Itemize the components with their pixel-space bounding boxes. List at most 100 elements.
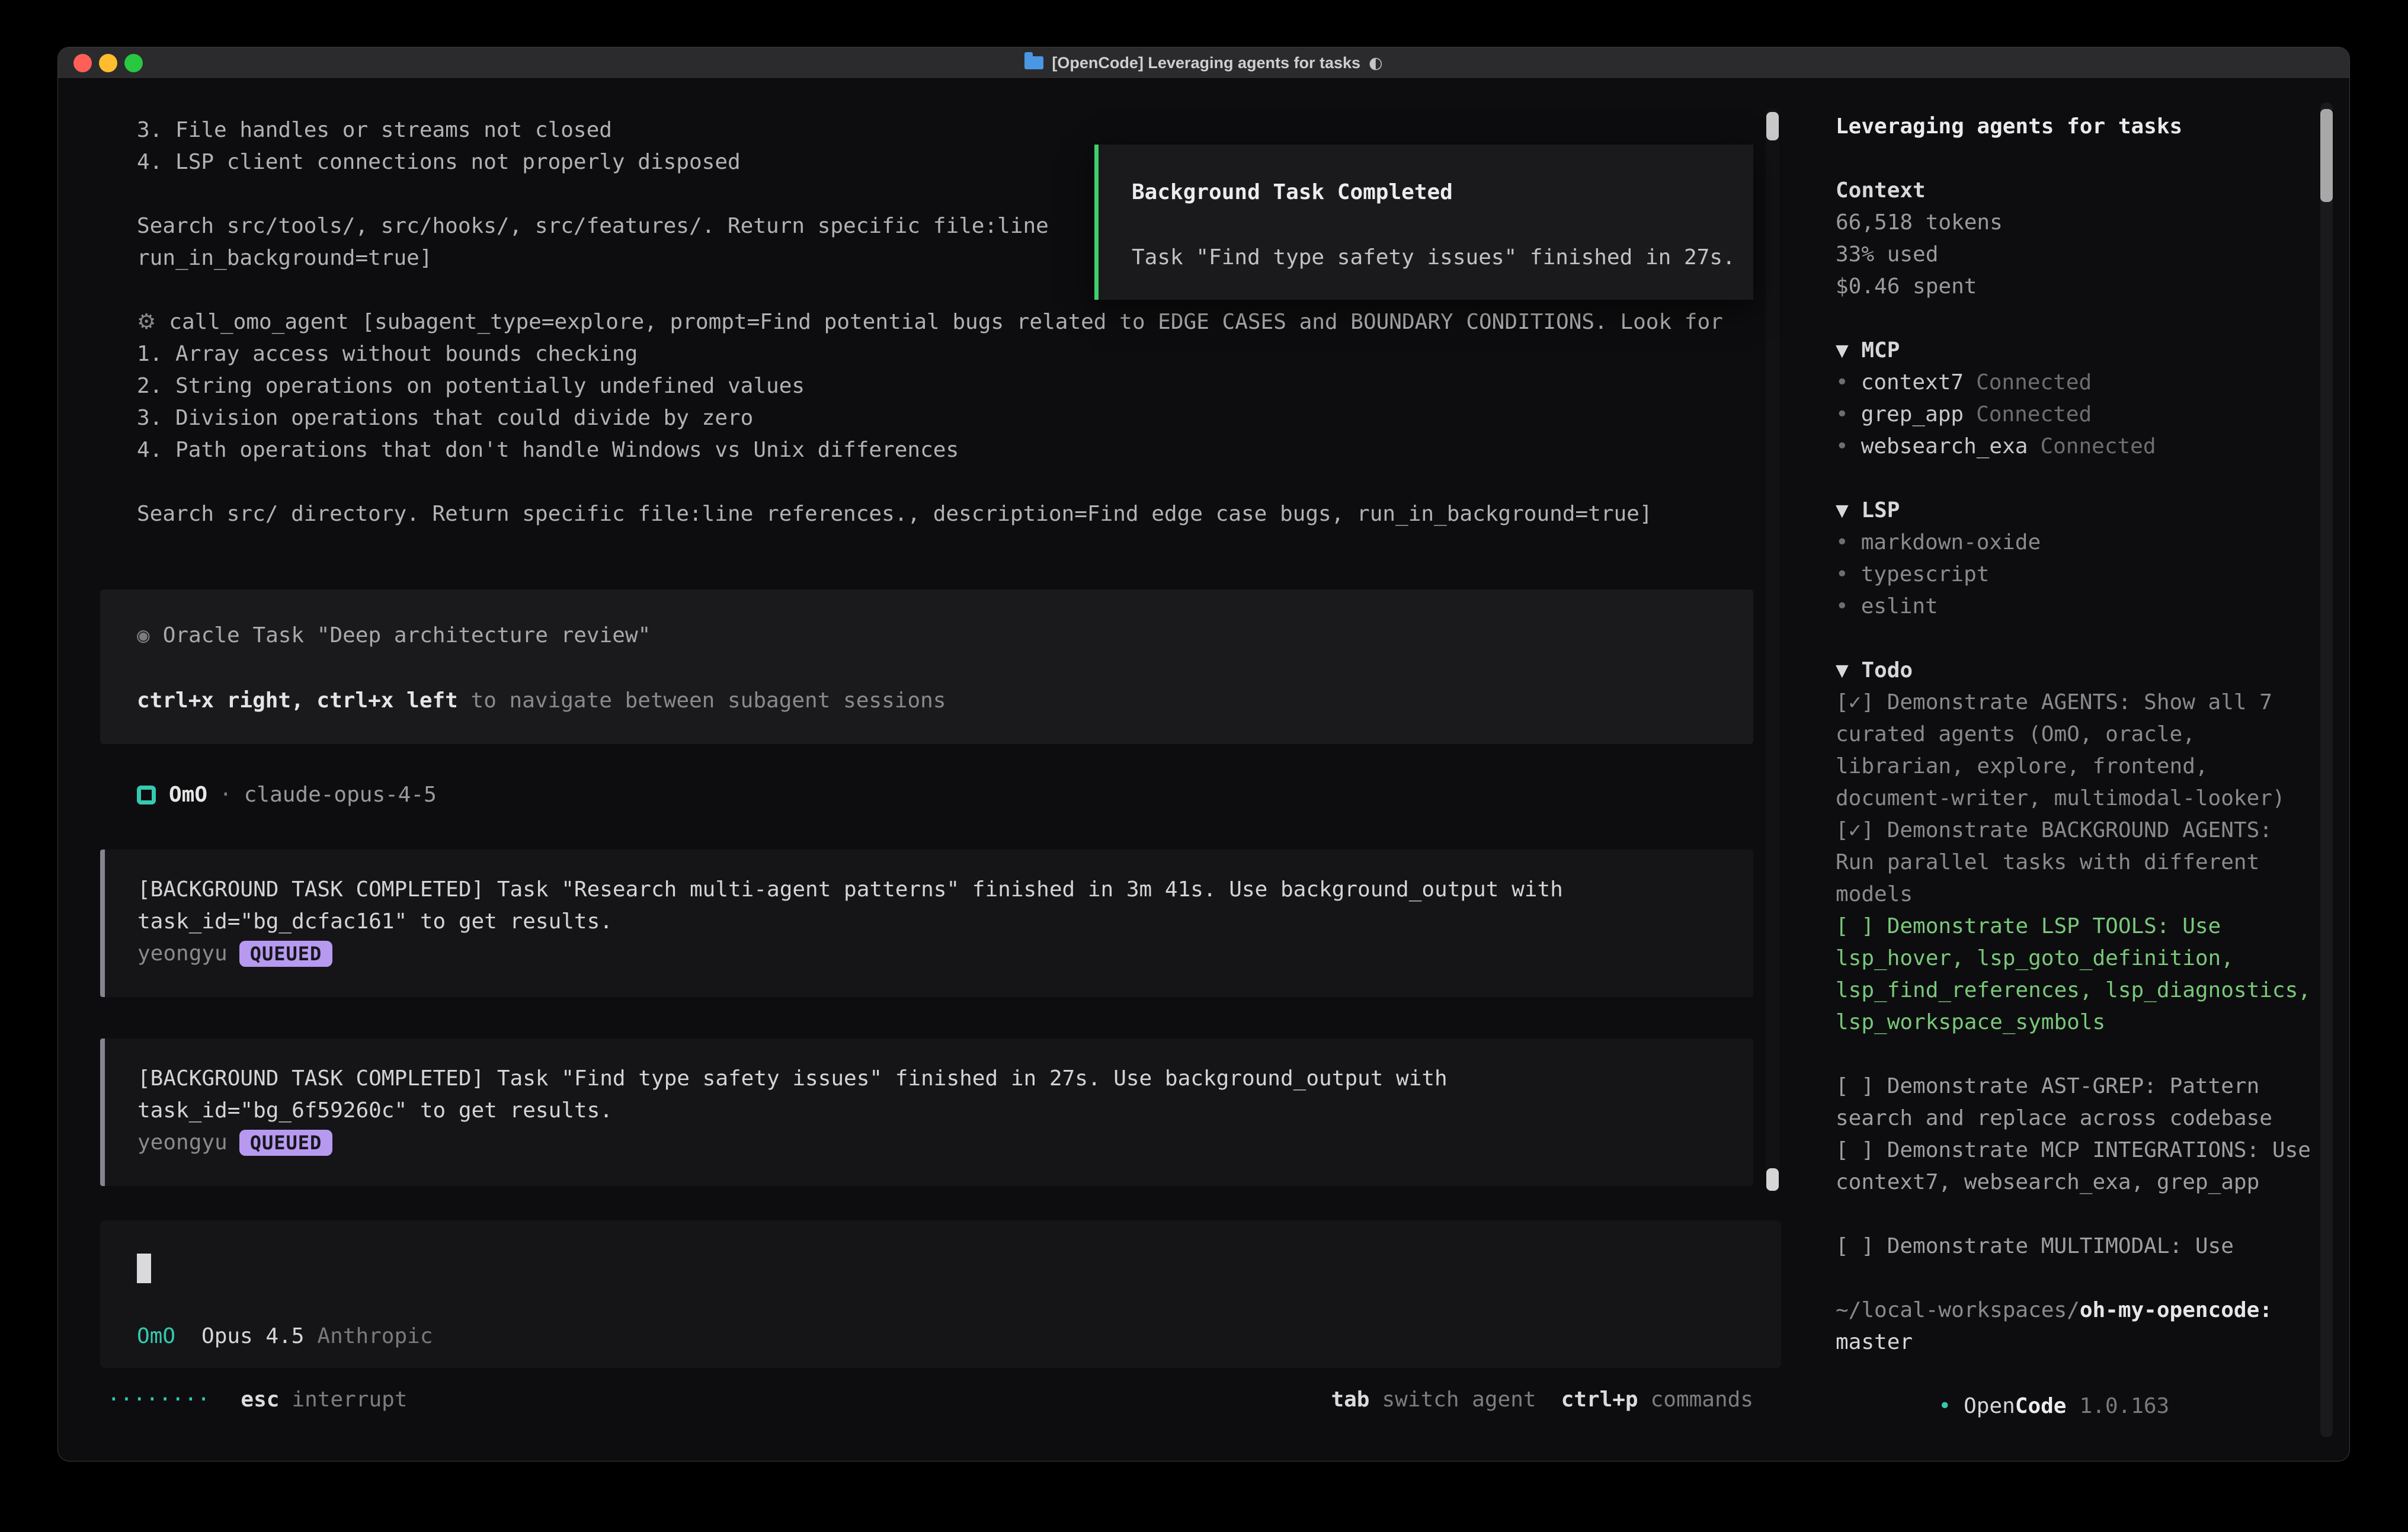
lsp-name: markdown-oxide	[1861, 530, 2041, 555]
queued-badge: QUEUED	[239, 941, 333, 967]
bullet-icon: •	[1836, 370, 1849, 395]
text-cursor	[137, 1254, 151, 1283]
terminal-line: 1. Array access without bounds checking	[137, 338, 1753, 370]
message-meta: yeongyu QUEUED	[137, 1127, 1730, 1159]
input-model-label: Opus 4.5	[201, 1321, 304, 1352]
close-button[interactable]	[73, 54, 92, 72]
lsp-item: • typescript	[1836, 559, 2311, 591]
context-tokens: 66,518 tokens	[1836, 207, 2311, 239]
input-meta: OmO Opus 4.5 Anthropic	[137, 1321, 433, 1352]
version-bullet-icon: •	[1938, 1394, 1951, 1418]
mcp-name: grep_app	[1861, 402, 1964, 427]
mcp-section-header[interactable]: ▼ MCP	[1836, 335, 2311, 367]
todo-item: [ ] Demonstrate MULTIMODAL: Use	[1836, 1230, 2311, 1262]
todo-section-header[interactable]: ▼ Todo	[1836, 655, 2311, 687]
context-used: 33% used	[1836, 239, 2311, 271]
esc-key-hint: esc	[241, 1384, 279, 1416]
version-number: 1.0.163	[2079, 1394, 2169, 1418]
hint-keys: ctrl+x right, ctrl+x left	[137, 688, 458, 713]
mcp-name: websearch_exa	[1861, 434, 2028, 459]
mcp-name: context7	[1861, 370, 1964, 395]
agent-name: OmO	[169, 779, 207, 811]
tool-call-text: call_omo_agent [subagent_type=explore, p…	[169, 310, 1723, 334]
activity-dots-icon: ········	[107, 1384, 210, 1416]
todo-section: ▼ Todo [✓] Demonstrate AGENTS: Show all …	[1836, 655, 2311, 1262]
workspace-path: ~/local-workspaces/oh-my-opencode:	[1836, 1294, 2311, 1326]
lsp-section-header[interactable]: ▼ LSP	[1836, 495, 2311, 527]
context-header: Context	[1836, 175, 2311, 207]
spinner-icon: ◐	[1369, 54, 1383, 72]
message-line: task_id="bg_6f59260c" to get results.	[137, 1095, 1730, 1127]
terminal-line: 2. String operations on potentially unde…	[137, 370, 1753, 402]
context-spent: $0.46 spent	[1836, 271, 2311, 303]
message-author: yeongyu	[137, 938, 228, 970]
esc-key-label: interrupt	[292, 1384, 407, 1416]
terminal-window: [OpenCode] Leveraging agents for tasks ◐…	[57, 47, 2350, 1462]
todo-item: [✓] Demonstrate BACKGROUND AGENTS: Run p…	[1836, 815, 2311, 911]
lsp-item: •markdown-oxide	[1836, 527, 2311, 559]
session-sidebar: Leveraging agents for tasks Context 66,5…	[1781, 79, 2349, 1461]
gear-icon: ⚙	[137, 310, 156, 334]
status-bar: ········ esc interrupt tab switch agent …	[100, 1384, 1753, 1416]
ctrlp-key-label: commands	[1651, 1384, 1753, 1416]
sidebar-scrollbar[interactable]	[2320, 102, 2333, 1437]
tool-call-line: ⚙ call_omo_agent [subagent_type=explore, …	[137, 306, 1753, 338]
message-background-task-2: [BACKGROUND TASK COMPLETED] Task "Find t…	[100, 1039, 1753, 1186]
oracle-task-title-text: Oracle Task "Deep architecture review"	[163, 623, 651, 648]
context-section: Context 66,518 tokens 33% used $0.46 spe…	[1836, 175, 2311, 303]
status-bar-right: tab switch agent ctrl+p commands	[1331, 1384, 1753, 1416]
queued-badge: QUEUED	[239, 1130, 333, 1156]
lsp-name: typescript	[1861, 562, 1990, 586]
mcp-status: Connected	[2040, 434, 2156, 459]
mcp-item: • websearch_exa Connected	[1836, 431, 2311, 463]
message-meta: yeongyu QUEUED	[137, 938, 1730, 970]
minimize-button[interactable]	[99, 54, 117, 72]
scrollbar-thumb-top[interactable]	[1766, 112, 1779, 140]
window-title: [OpenCode] Leveraging agents for tasks ◐	[1024, 54, 1382, 72]
background-task-toast: Background Task Completed Task "Find typ…	[1094, 145, 1753, 300]
ctrlp-key-hint: ctrl+p	[1561, 1384, 1638, 1416]
message-background-task-1: [BACKGROUND TASK COMPLETED] Task "Resear…	[100, 850, 1753, 997]
input-agent-label: OmO	[137, 1321, 175, 1352]
bullet-icon: •	[1836, 594, 1849, 618]
toast-title: Background Task Completed	[1132, 177, 1730, 209]
sidebar-scrollbar-thumb[interactable]	[2320, 109, 2333, 202]
workspace-branch: master	[1836, 1326, 2311, 1358]
app-name-regular: Open	[1964, 1394, 2015, 1418]
mcp-item: •context7Connected	[1836, 367, 2311, 399]
oracle-task-panel: ◉Oracle Task "Deep architecture review" …	[100, 589, 1753, 744]
terminal-line: 3. Division operations that could divide…	[137, 402, 1753, 434]
lsp-section: ▼ LSP •markdown-oxide • typescript • eslin…	[1836, 495, 2311, 623]
workspace-name: oh-my-opencode:	[2080, 1298, 2272, 1322]
oracle-task-title: ◉ Oracle Task "Deep architecture review"	[137, 620, 1717, 652]
toast-body: Task "Find type safety issues" finished …	[1132, 242, 1730, 274]
window-titlebar[interactable]: [OpenCode] Leveraging agents for tasks ◐	[58, 47, 2349, 79]
agent-header: OmO · claude-opus-4-5	[137, 779, 1753, 811]
app-version: •OpenCode1.0.163	[1836, 1358, 2311, 1416]
chat-main-pane: 3. File handles or streams not closed 4.…	[58, 79, 1781, 1461]
tab-key-label: switch agent	[1382, 1384, 1536, 1416]
zoom-button[interactable]	[124, 54, 143, 72]
oracle-icon: ◉	[137, 623, 150, 648]
session-title: Leveraging agents for tasks	[1836, 111, 2311, 143]
bullet-icon: •	[1836, 434, 1849, 459]
input-provider-label: Anthropic	[317, 1321, 433, 1352]
bullet-icon: •	[1836, 562, 1849, 586]
todo-item: [ ] Demonstrate MCP INTEGRATIONS: Use co…	[1836, 1134, 2311, 1198]
bullet-icon: •	[1836, 402, 1849, 427]
terminal-line: 3. File handles or streams not closed	[137, 114, 1753, 146]
message-line: [BACKGROUND TASK COMPLETED] Task "Resear…	[137, 874, 1730, 906]
hint-text: to navigate between subagent sessions	[458, 688, 946, 713]
agent-model: claude-opus-4-5	[244, 779, 437, 811]
window-title-text: [OpenCode] Leveraging agents for tasks	[1052, 54, 1360, 72]
window-controls	[73, 47, 143, 79]
prompt-input[interactable]: OmO Opus 4.5 Anthropic	[100, 1220, 1781, 1368]
main-scrollbar[interactable]	[1766, 108, 1779, 1193]
message-author: yeongyu	[137, 1127, 228, 1159]
message-line: task_id="bg_dcfac161" to get results.	[137, 906, 1730, 938]
terminal-line: 4. Path operations that don't handle Win…	[137, 434, 1753, 466]
lsp-item: • eslint	[1836, 591, 2311, 623]
lsp-name: eslint	[1861, 594, 1938, 618]
mcp-section: ▼ MCP •context7Connected •grep_appConnec…	[1836, 335, 2311, 463]
scrollbar-thumb-bottom[interactable]	[1766, 1168, 1779, 1191]
